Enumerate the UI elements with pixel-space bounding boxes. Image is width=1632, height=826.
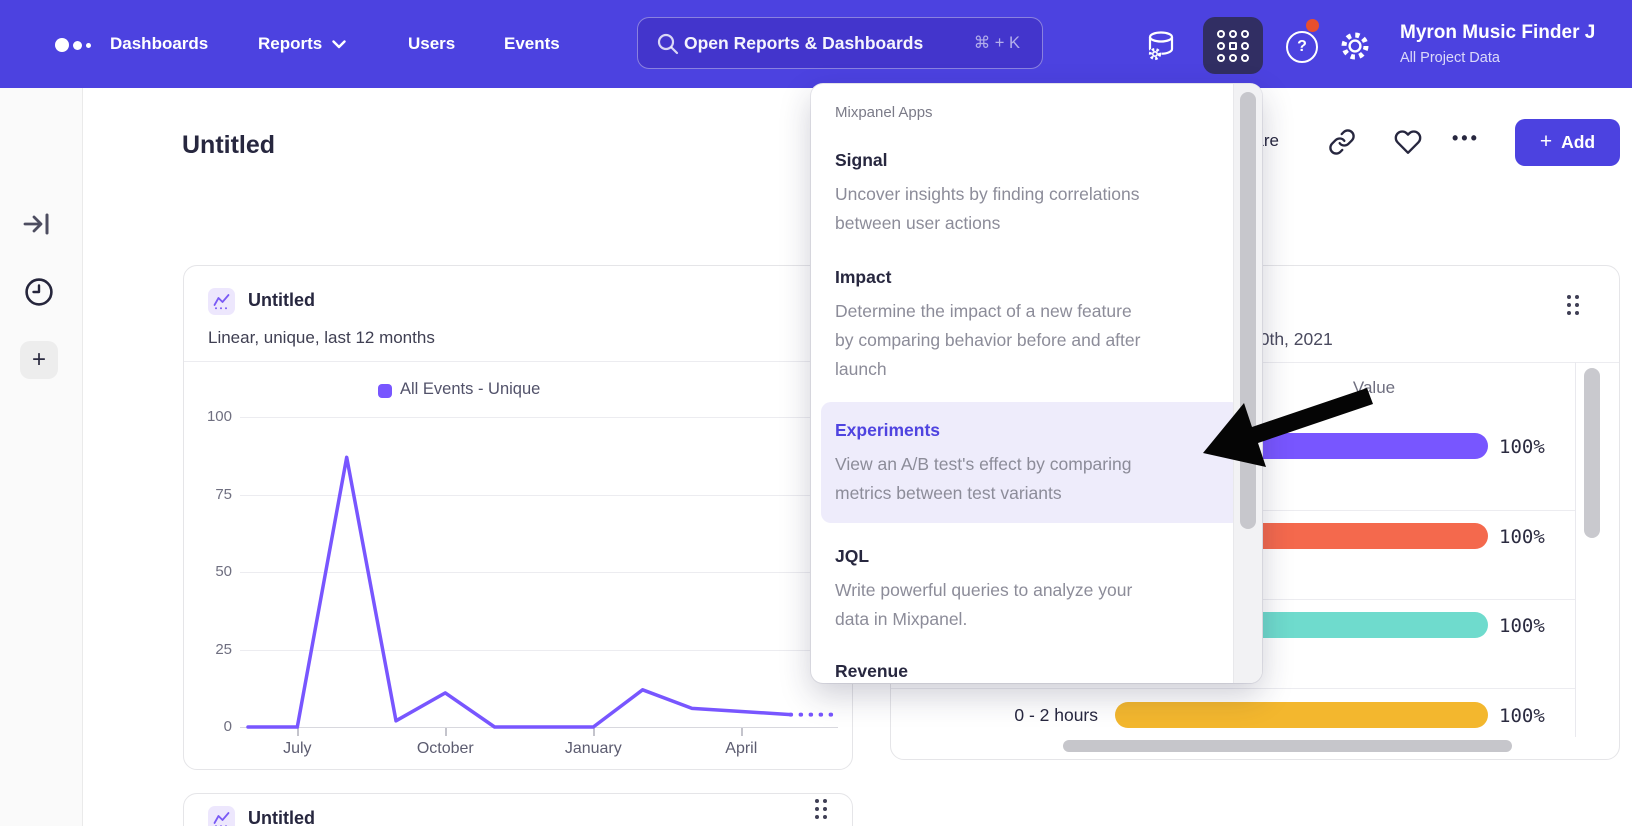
mixpanel-logo-dot [86,43,91,48]
gridline [240,650,838,651]
x-axis-label: April [681,740,801,758]
menu-item-impact[interactable]: Impact Determine the impact of a new fea… [835,266,1227,384]
drag-handle-icon[interactable] [815,799,827,819]
x-axis-tick [297,728,299,736]
chart-card-subtitle: Linear, unique, last 12 months [208,328,435,348]
data-management-icon[interactable] [1146,30,1182,62]
x-axis-label: January [533,740,653,758]
chart-card-title[interactable]: Untitled [248,808,315,826]
gridline [240,572,838,573]
add-button[interactable]: + Add [1515,119,1620,166]
favorite-heart-icon[interactable] [1394,128,1422,156]
add-label: Add [1561,132,1595,153]
y-axis-label: 25 [182,641,232,658]
nav-label: Dashboards [110,34,208,54]
notification-dot [1306,19,1319,32]
mixpanel-logo-dot [73,41,82,50]
copy-link-icon[interactable] [1328,128,1356,156]
horizontal-scrollbar[interactable] [1063,740,1512,752]
app-window: Dashboards Reports Users Events Open Rep… [0,0,1632,826]
user-project-name[interactable]: Myron Music Finder J [1400,22,1632,44]
gridline [240,495,838,496]
item-description: Determine the impact of a new feature by… [835,297,1227,384]
table-bar[interactable] [1115,702,1488,728]
y-axis-label: 50 [182,563,232,580]
menu-item-jql[interactable]: JQL Write powerful queries to analyze yo… [835,545,1227,634]
bar-value: 100% [1499,526,1545,548]
nav-item-events[interactable]: Events [504,0,560,88]
menu-item-experiments[interactable]: Experiments View an A/B test's effect by… [821,402,1241,523]
left-sidebar: + [0,88,83,826]
item-title: Signal [835,149,1227,171]
value-column-header: Value [1314,378,1434,398]
chart-type-icon [208,288,235,315]
search-shortcut: ⌘ + K [974,33,1020,53]
vertical-scrollbar[interactable] [1584,368,1600,538]
plus-icon: + [32,346,46,374]
drag-handle-icon[interactable] [1567,295,1579,315]
y-axis-label: 100 [182,408,232,425]
nav-item-dashboards[interactable]: Dashboards [110,0,208,88]
item-title: JQL [835,545,1227,567]
legend-swatch [378,384,392,398]
nav-item-users[interactable]: Users [408,0,455,88]
nav-label: Users [408,34,455,54]
settings-gear-icon[interactable] [1338,29,1372,63]
menu-item-signal[interactable]: Signal Uncover insights by finding corre… [835,149,1227,238]
legend-label[interactable]: All Events - Unique [400,380,540,399]
item-description: Write powerful queries to analyze your d… [835,576,1227,634]
y-axis-label: 0 [182,718,232,735]
nav-item-reports[interactable]: Reports [258,0,346,88]
gridline [240,727,838,728]
item-title: Impact [835,266,1227,288]
recent-clock-icon[interactable] [24,277,54,307]
y-axis-label: 75 [182,486,232,503]
x-axis-tick [593,728,595,736]
nav-label: Events [504,34,560,54]
expand-sidebar-icon[interactable] [23,210,51,238]
bar-value: 100% [1499,615,1545,637]
menu-scrollbar-thumb[interactable] [1240,92,1256,529]
x-axis-tick [741,728,743,736]
user-project-scope: All Project Data [1400,50,1500,66]
bar-value: 100% [1499,705,1545,727]
page-title: Untitled [182,131,275,160]
global-search-input[interactable]: Open Reports & Dashboards ⌘ + K [637,17,1043,69]
mixpanel-apps-menu: Mixpanel Apps Signal Uncover insights by… [811,84,1262,683]
gridline [240,417,838,418]
item-title: Experiments [835,419,1227,441]
bar-value: 100% [1499,436,1545,458]
chart-type-icon [208,806,235,826]
report-date-range: 30th, 2021 [1250,329,1333,350]
item-description: Uncover insights by finding correlations… [835,180,1227,238]
x-axis-tick [445,728,447,736]
row-divider [891,688,1575,689]
top-nav: Dashboards Reports Users Events Open Rep… [0,0,1632,88]
search-icon [656,32,680,56]
row-label: 0 - 2 hours [978,705,1098,726]
question-glyph: ? [1297,38,1307,56]
x-axis-label: July [237,740,357,758]
help-icon[interactable]: ? [1286,31,1318,63]
table-edge [1575,362,1576,737]
chevron-down-icon [332,40,346,49]
more-options-button[interactable]: ••• [1452,128,1496,149]
plus-icon: + [1540,130,1552,154]
x-axis-label: October [385,740,505,758]
chart-card-title[interactable]: Untitled [248,290,315,311]
nav-label: Reports [258,34,322,54]
menu-header: Mixpanel Apps [835,104,1227,121]
divider [184,361,852,362]
sidebar-add-button[interactable]: + [20,341,58,379]
apps-grid-icon [1217,30,1249,62]
apps-menu-button[interactable] [1203,17,1263,74]
mixpanel-logo[interactable] [55,38,69,52]
menu-item-revenue[interactable]: Revenue [835,660,1227,682]
item-description: View an A/B test's effect by comparing m… [835,450,1227,508]
item-title: Revenue [835,660,1227,682]
search-placeholder: Open Reports & Dashboards [684,33,923,54]
